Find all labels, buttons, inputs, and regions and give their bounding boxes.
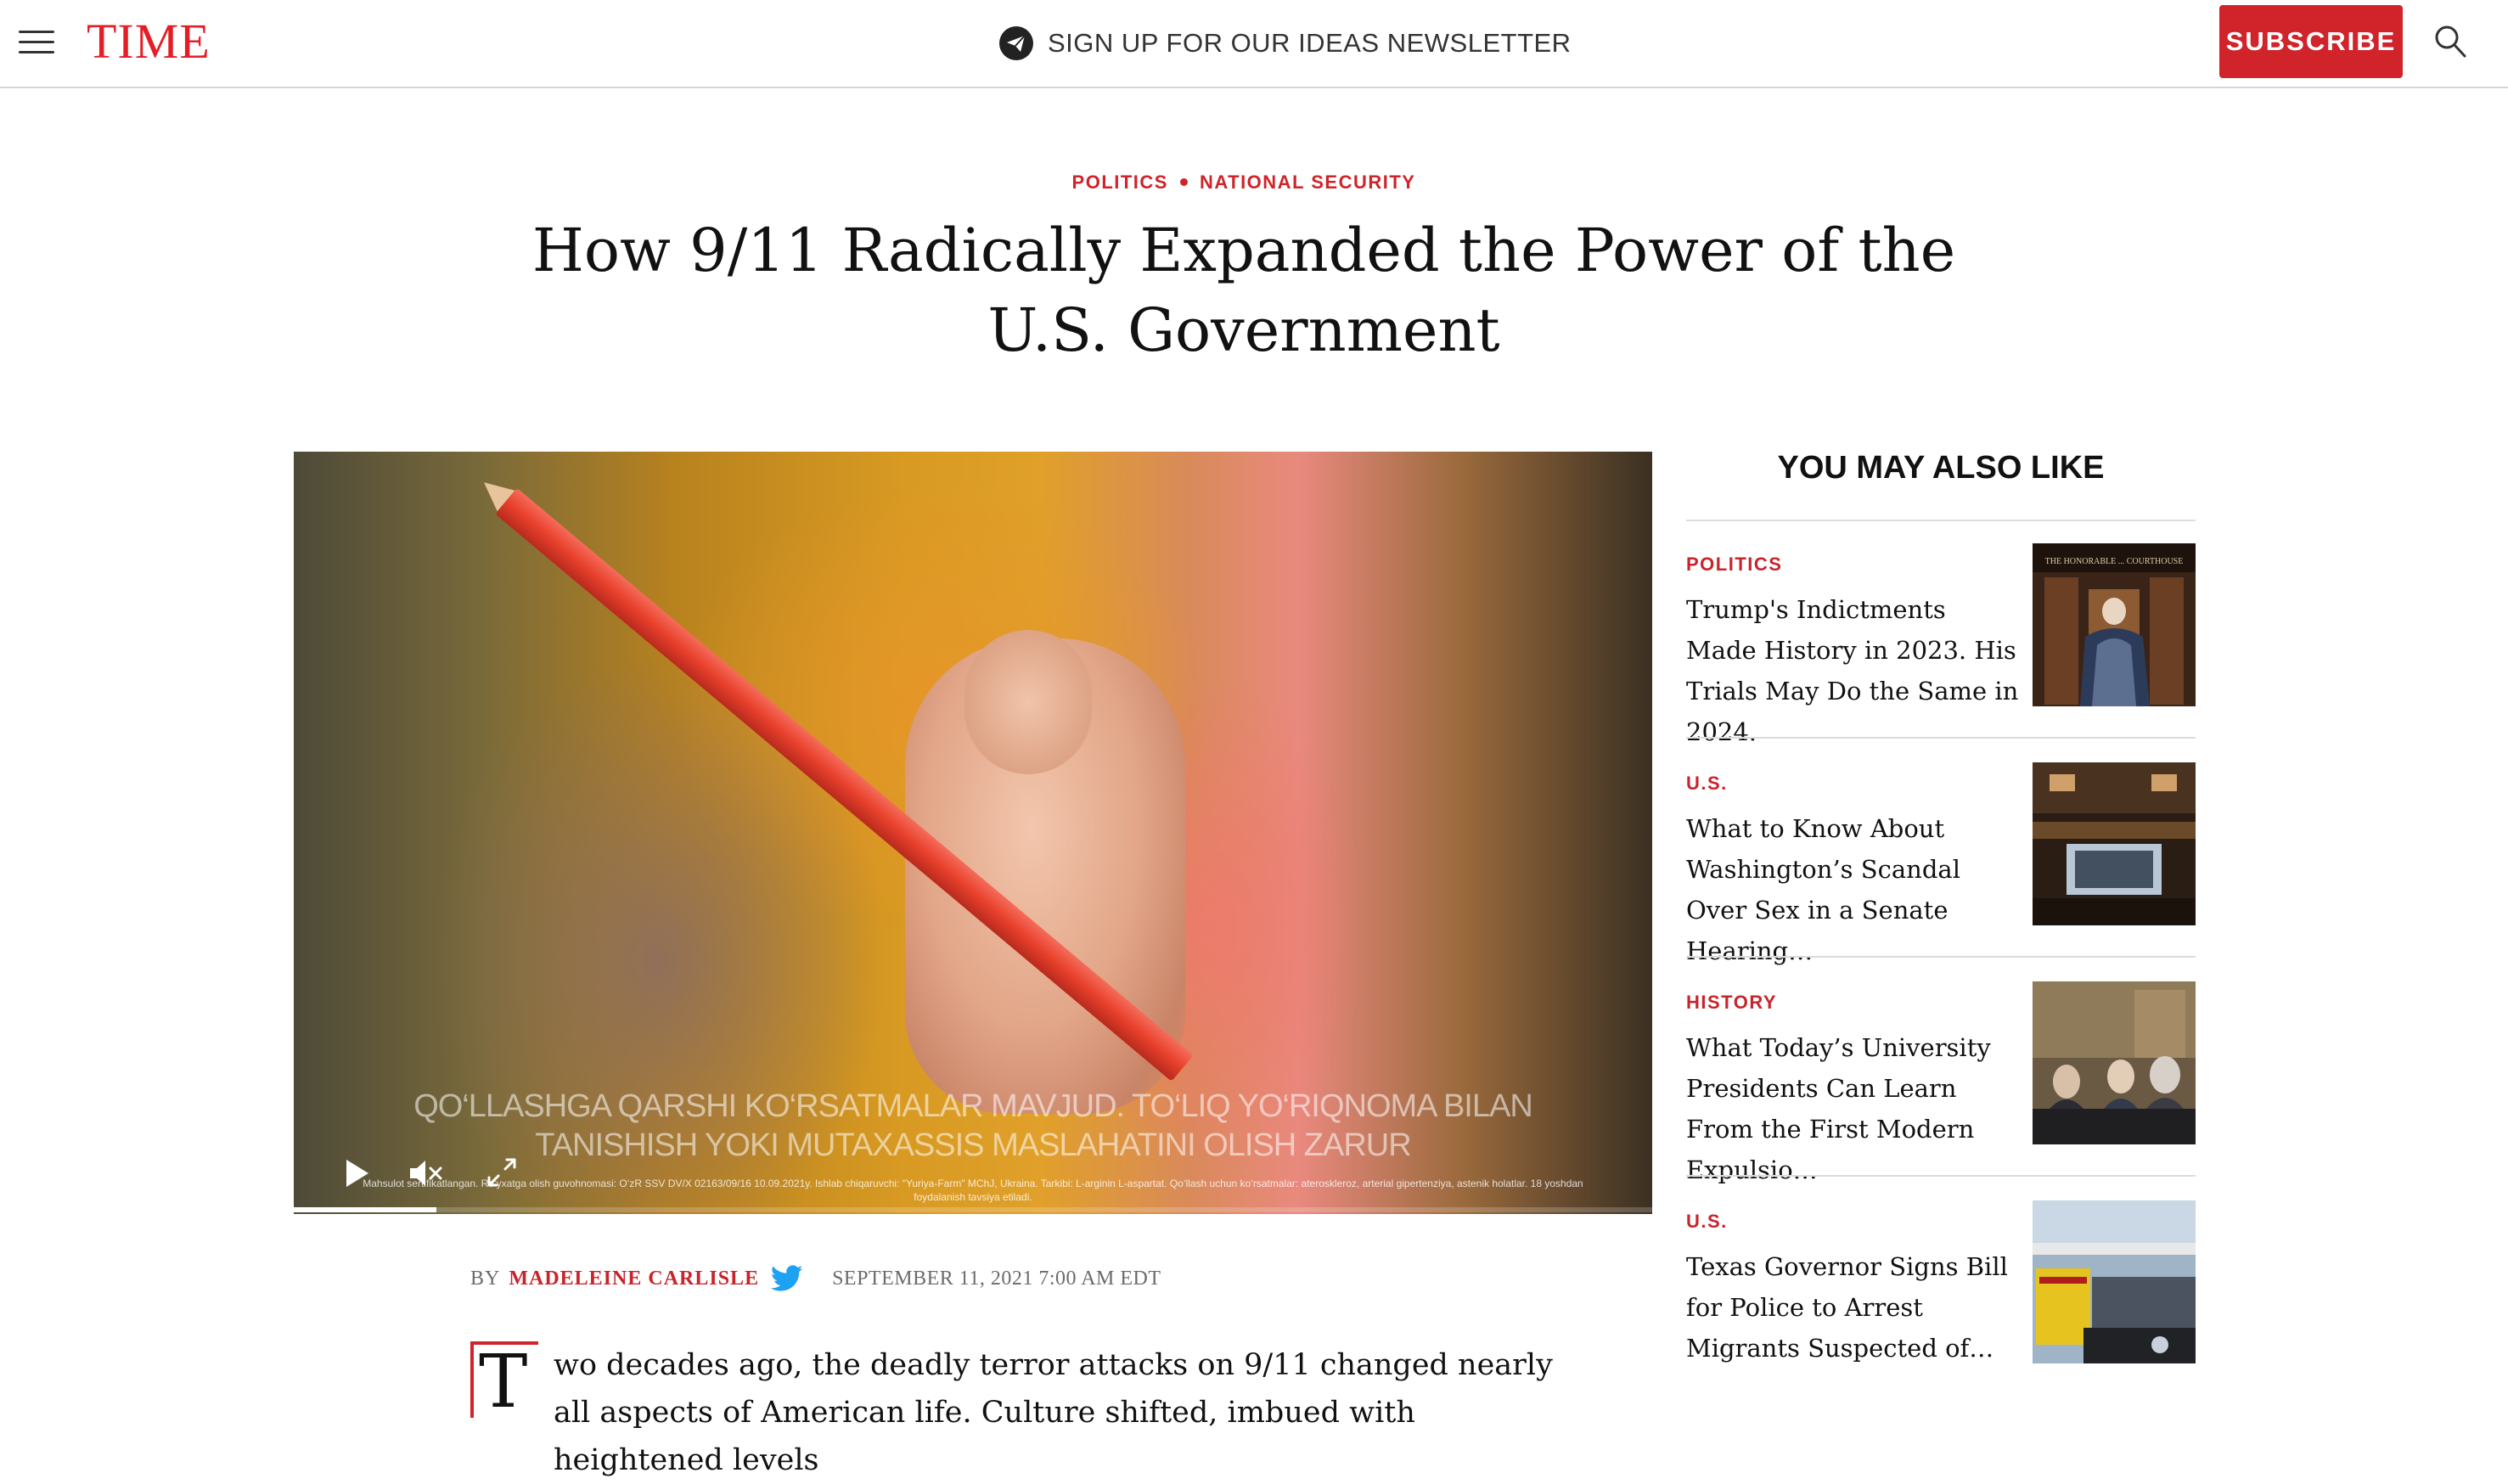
- article-categories: POLITICS NATIONAL SECURITY: [0, 171, 2488, 194]
- video-ad-caption: QO‘LLASHGA QARSHI KO‘RSATMALAR MAVJUD. T…: [413, 1088, 1533, 1163]
- related-article-category: U.S.: [1686, 773, 1728, 794]
- video-frame-thumb: [964, 630, 1092, 774]
- subscribe-button[interactable]: SUBSCRIBE: [2219, 5, 2403, 78]
- search-icon[interactable]: [2433, 24, 2467, 59]
- twitter-icon[interactable]: [771, 1265, 803, 1292]
- top-bar: TIME SIGN UP FOR OUR IDEAS NEWSLETTER SU…: [0, 0, 2508, 88]
- video-player[interactable]: QO‘LLASHGA QARSHI KO‘RSATMALAR MAVJUD. T…: [294, 452, 1652, 1214]
- related-article-card[interactable]: POLITICS Trump's Indictments Made Histor…: [1686, 543, 2196, 746]
- article-title: How 9/11 Radically Expanded the Power of…: [531, 216, 1956, 365]
- video-progress-bar[interactable]: [294, 1207, 1652, 1212]
- author-link[interactable]: MADELEINE CARLISLE: [509, 1268, 759, 1290]
- related-article-card[interactable]: U.S. What to Know About Washington’s Sca…: [1686, 762, 2196, 965]
- related-article-title: Trump's Indictments Made History in 2023…: [1686, 595, 2019, 746]
- related-article-title: What Today’s University Presidents Can L…: [1686, 1033, 1991, 1184]
- mute-icon[interactable]: [408, 1158, 443, 1189]
- sidebar-divider: [1686, 1175, 2196, 1177]
- category-national-security-link[interactable]: NATIONAL SECURITY: [1200, 171, 1415, 193]
- publish-date: SEPTEMBER 11, 2021 7:00 AM EDT: [832, 1267, 1161, 1290]
- sidebar-heading: YOU MAY ALSO LIKE: [1777, 450, 2105, 486]
- related-article-thumbnail: [2033, 1200, 2196, 1363]
- separator-dot: [1179, 177, 1188, 186]
- newsletter-signup-link[interactable]: SIGN UP FOR OUR IDEAS NEWSLETTER: [998, 22, 1572, 65]
- hamburger-menu-icon[interactable]: [19, 29, 54, 56]
- video-progress-fill: [294, 1207, 436, 1212]
- related-article-thumbnail: [2033, 981, 2196, 1144]
- related-article-category: POLITICS: [1686, 554, 1783, 575]
- related-article-title: Texas Governor Signs Bill for Police to …: [1686, 1252, 2008, 1363]
- byline-prefix: BY: [470, 1267, 501, 1290]
- related-article-card[interactable]: HISTORY What Today’s University Presiden…: [1686, 981, 2196, 1184]
- paper-plane-icon: [999, 26, 1033, 60]
- category-politics-link[interactable]: POLITICS: [1072, 171, 1168, 193]
- article-body-paragraph: wo decades ago, the deadly terror attack…: [554, 1348, 1553, 1477]
- related-article-title: What to Know About Washington’s Scandal …: [1686, 814, 1960, 965]
- related-article-category: HISTORY: [1686, 992, 1778, 1013]
- svg-text:THE HONORABLE ... COURTHOUSE: THE HONORABLE ... COURTHOUSE: [2045, 557, 2184, 566]
- dropcap-letter: T: [479, 1340, 528, 1425]
- related-article-category: U.S.: [1686, 1211, 1728, 1232]
- time-logo[interactable]: TIME: [87, 12, 211, 71]
- related-article-thumbnail: [2033, 762, 2196, 925]
- related-article-card[interactable]: U.S. Texas Governor Signs Bill for Polic…: [1686, 1200, 2196, 1377]
- sidebar-divider: [1686, 520, 2196, 521]
- video-ad-fineprint: Mahsulot sertifikatlangan. Ro‘yxatga oli…: [363, 1178, 1583, 1203]
- sidebar-divider: [1686, 956, 2196, 958]
- newsletter-label: SIGN UP FOR OUR IDEAS NEWSLETTER: [1048, 28, 1572, 58]
- sidebar-divider: [1686, 737, 2196, 739]
- play-icon[interactable]: [340, 1156, 374, 1190]
- fullscreen-icon[interactable]: [486, 1156, 518, 1189]
- byline: BY MADELEINE CARLISLE SEPTEMBER 11, 2021…: [470, 1265, 1161, 1292]
- related-article-thumbnail: THE HONORABLE ... COURTHOUSE: [2033, 543, 2196, 706]
